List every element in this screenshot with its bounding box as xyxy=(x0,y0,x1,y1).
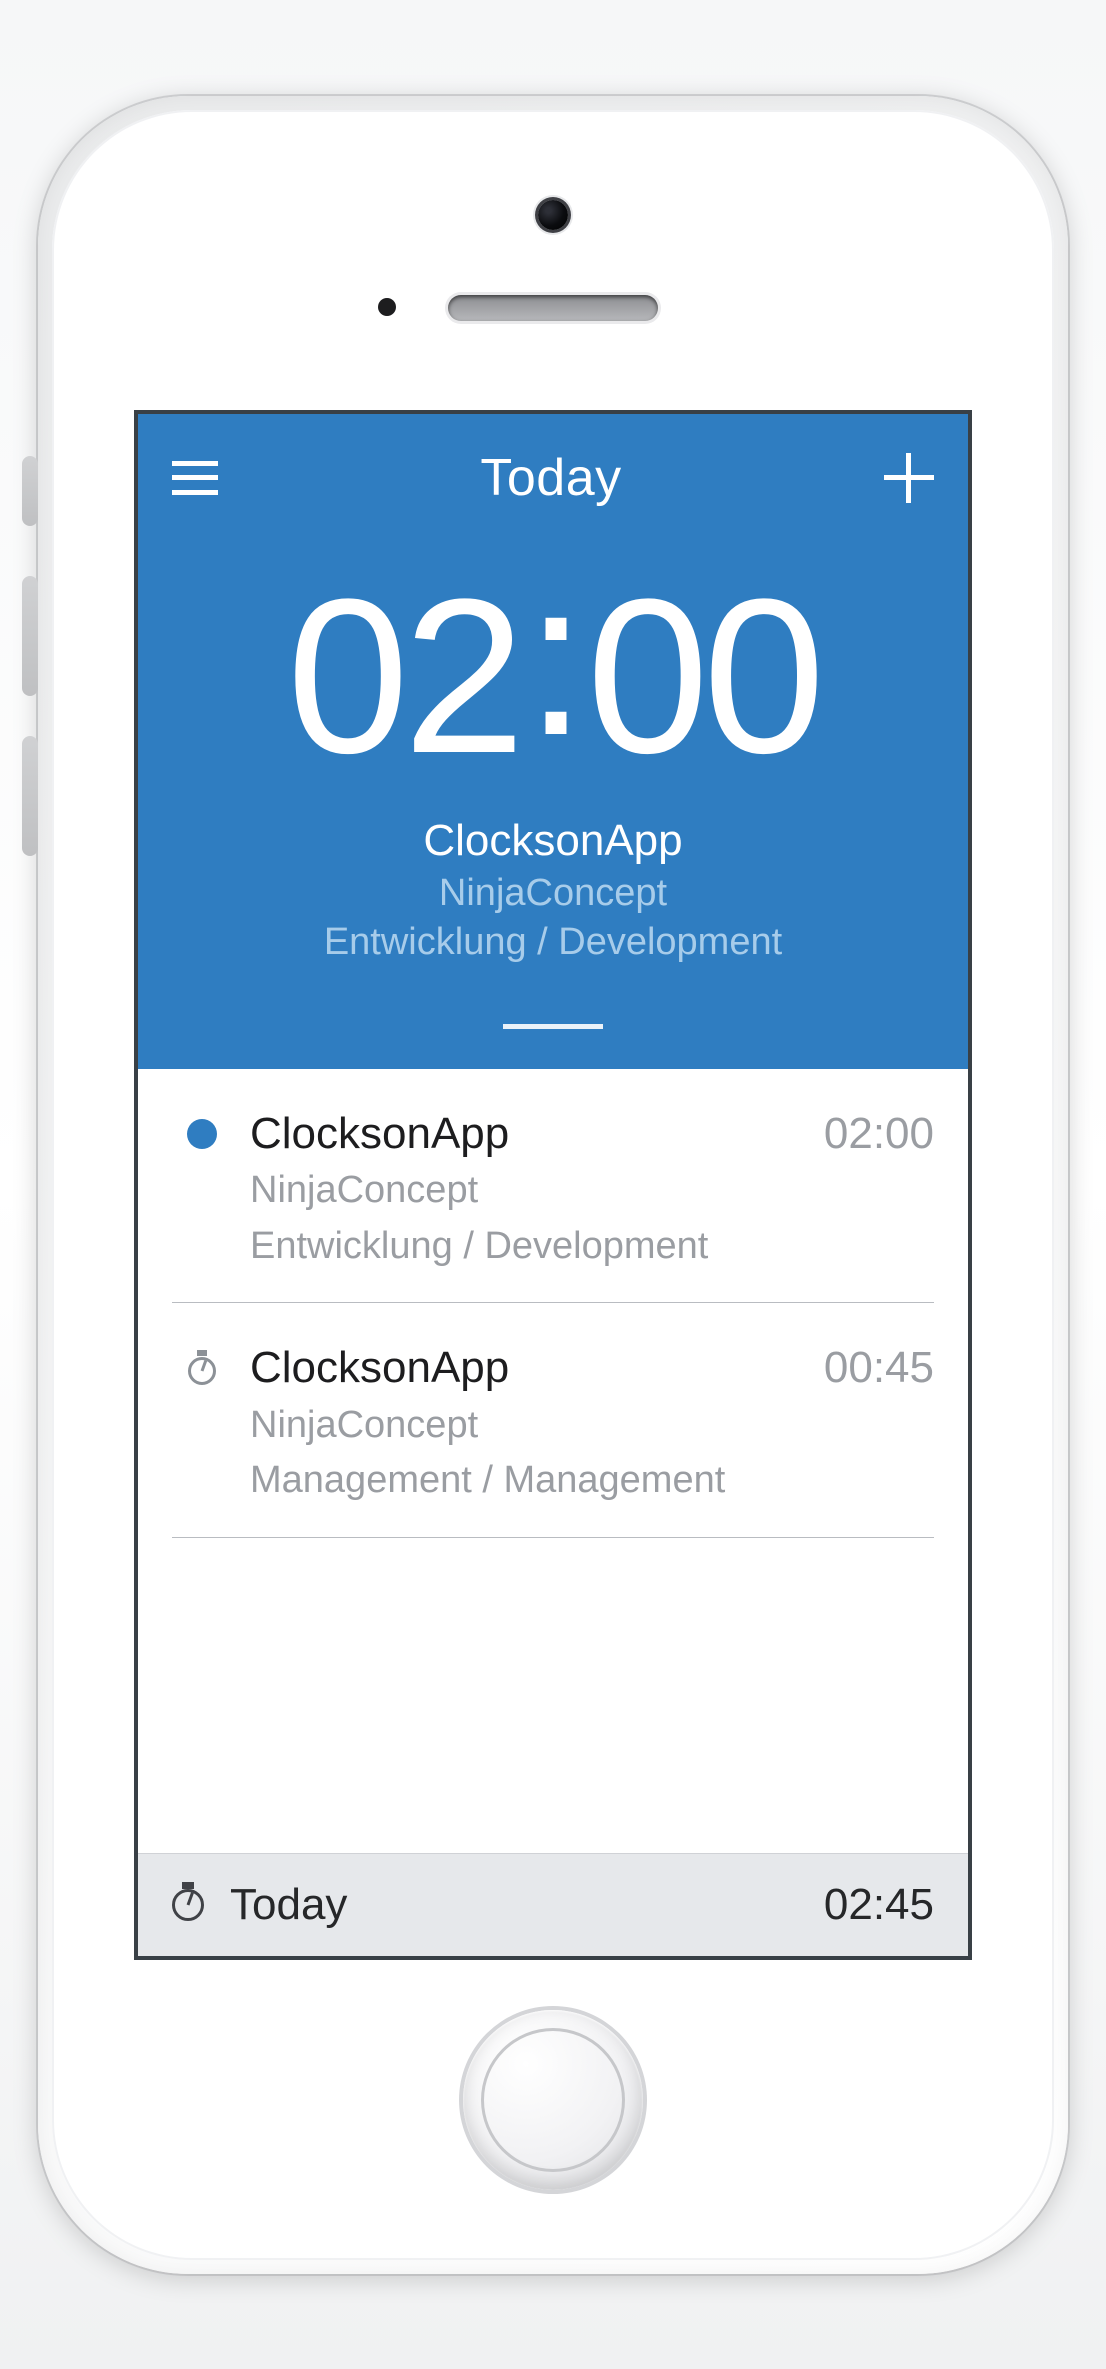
summary-bar[interactable]: Today 02:45 xyxy=(138,1853,968,1956)
current-project-category: Entwicklung / Development xyxy=(324,921,782,964)
entry-client: NinjaConcept xyxy=(250,1402,806,1450)
timer-colon: : xyxy=(519,535,586,781)
drag-handle[interactable] xyxy=(503,1024,603,1029)
phone-volume-down xyxy=(22,736,38,856)
list-item[interactable]: ClocksonApp NinjaConcept Entwicklung / D… xyxy=(172,1069,934,1304)
current-timer-value: 02:00 xyxy=(287,566,820,786)
entry-title: ClocksonApp xyxy=(250,1109,806,1160)
phone-speaker xyxy=(448,295,658,321)
entry-title: ClocksonApp xyxy=(250,1343,806,1394)
list-item[interactable]: ClocksonApp NinjaConcept Management / Ma… xyxy=(172,1303,934,1538)
entry-category: Entwicklung / Development xyxy=(250,1223,806,1271)
stopwatch-icon xyxy=(172,1889,204,1921)
phone-camera xyxy=(538,200,568,230)
header: Today 02:00 ClocksonApp NinjaConcept Ent… xyxy=(138,414,968,1069)
entry-duration: 00:45 xyxy=(824,1343,934,1505)
timer-minutes: 00 xyxy=(587,553,820,799)
current-project-name: ClocksonApp xyxy=(423,816,682,866)
phone-mockup: Today 02:00 ClocksonApp NinjaConcept Ent… xyxy=(38,96,1068,2274)
phone-body: Today 02:00 ClocksonApp NinjaConcept Ent… xyxy=(52,110,1054,2260)
summary-total: 02:45 xyxy=(824,1880,934,1930)
timer-hours: 02 xyxy=(287,553,520,799)
phone-silent-switch xyxy=(22,456,38,526)
status-running-icon xyxy=(172,1109,232,1271)
add-button[interactable] xyxy=(884,453,934,503)
page-background: Today 02:00 ClocksonApp NinjaConcept Ent… xyxy=(0,0,1106,2369)
entry-category: Management / Management xyxy=(250,1457,806,1505)
entry-duration: 02:00 xyxy=(824,1109,934,1271)
phone-volume-up xyxy=(22,576,38,696)
navbar: Today xyxy=(138,414,968,518)
phone-home-button[interactable] xyxy=(463,2010,643,2190)
summary-label: Today xyxy=(230,1880,798,1930)
menu-button[interactable] xyxy=(172,461,218,495)
app-screen: Today 02:00 ClocksonApp NinjaConcept Ent… xyxy=(134,410,972,1960)
entry-client: NinjaConcept xyxy=(250,1167,806,1215)
current-project-client: NinjaConcept xyxy=(439,872,667,915)
menu-icon xyxy=(172,461,218,466)
entries-list[interactable]: ClocksonApp NinjaConcept Entwicklung / D… xyxy=(138,1069,968,1853)
page-title: Today xyxy=(480,448,621,508)
stopwatch-icon xyxy=(172,1343,232,1505)
phone-proximity-sensor xyxy=(378,298,396,316)
